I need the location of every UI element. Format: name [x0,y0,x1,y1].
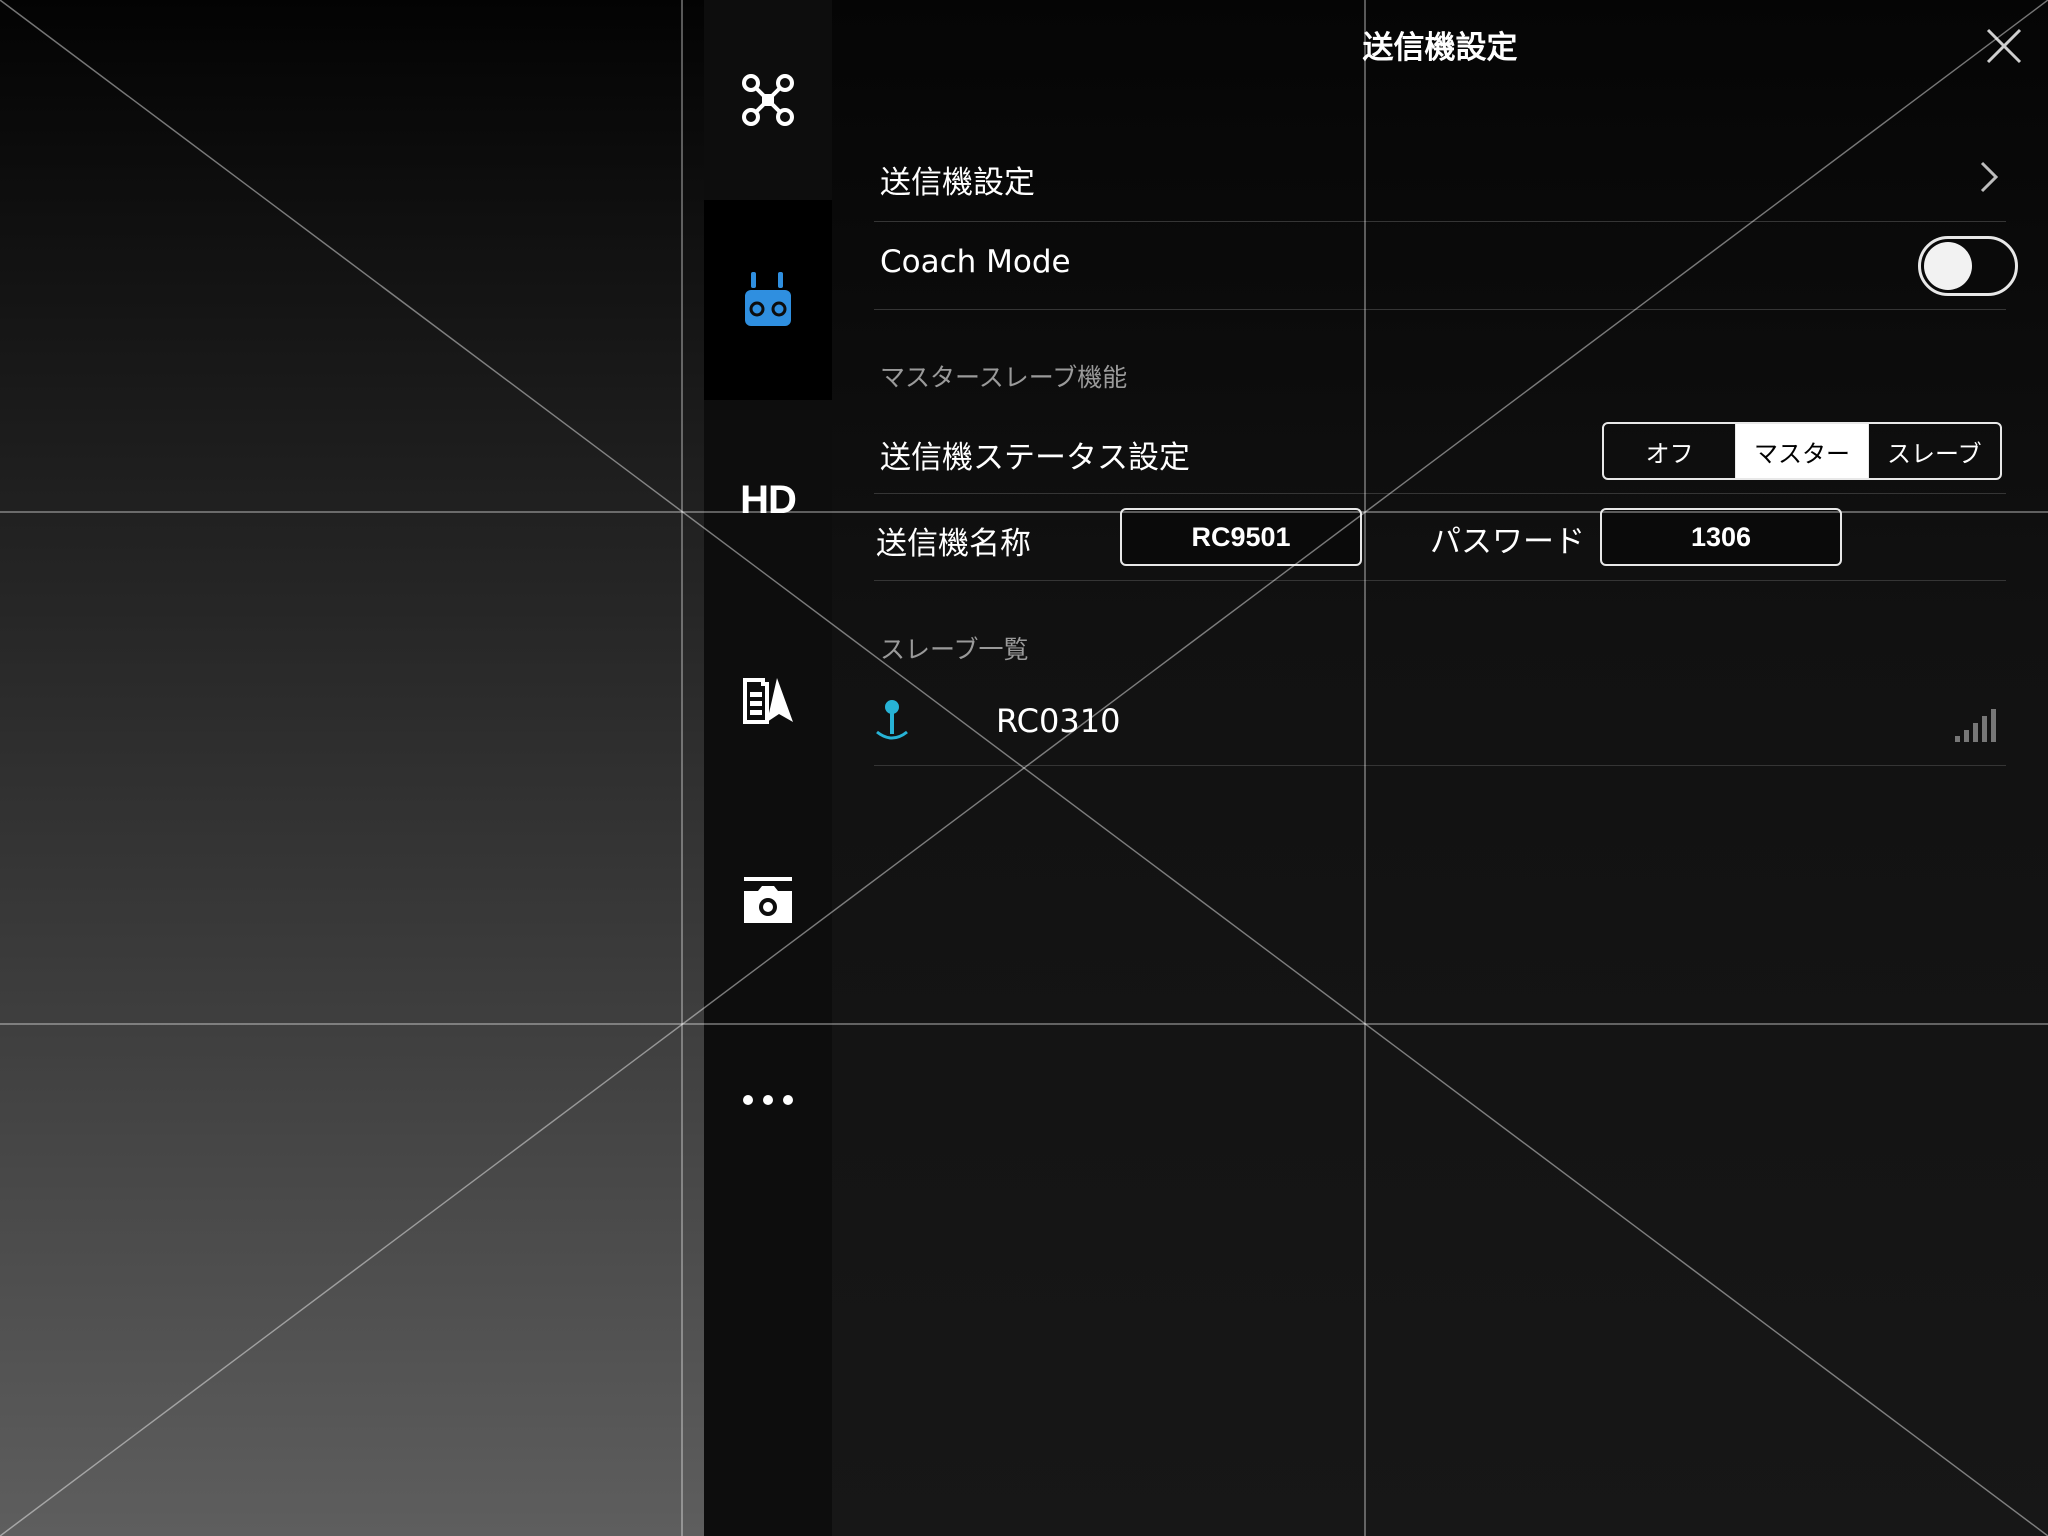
rc-settings-panel: 送信機設定 送信機設定 Coach Mode マスタースレーブ機能 送信機ステー [832,0,2048,1536]
master-slave-section-label: マスタースレーブ機能 [880,363,1128,392]
status-option-master[interactable]: マスター [1736,424,1869,478]
aircraft-icon [742,74,794,126]
password-field[interactable]: 1306 [1600,508,1842,566]
toggle-knob [1924,242,1972,290]
rc-status-row: 送信機ステータス設定 オフ マスター スレーブ [874,408,2006,494]
rc-name-password-row: 送信機名称 RC9501 パスワード 1306 [874,494,2006,581]
hd-transmission-icon: HD [740,477,797,522]
close-icon [1986,28,2022,64]
sidebar-item-hd[interactable]: HD [704,400,832,600]
close-button[interactable] [1980,22,2028,70]
password-label: パスワード [1430,524,1585,560]
battery-navigation-icon [743,678,793,724]
slave-name: RC0310 [996,702,1121,740]
coach-mode-row: Coach Mode [874,222,2018,310]
slave-list-item[interactable]: RC0310 [874,680,2006,766]
sidebar-item-more[interactable] [704,1000,832,1200]
rc-name-label: 送信機名称 [876,526,1031,562]
rc-settings-row[interactable]: 送信機設定 [874,133,2006,222]
status-option-slave[interactable]: スレーブ [1869,424,2000,478]
slave-location-icon [876,700,908,740]
coach-mode-label: Coach Mode [880,244,1071,280]
app-screen: HD 送信機設定 送信機設定 Coach Mode マスタースレーブ機能 送信機… [0,0,2048,1536]
camera-view [0,0,704,1536]
signal-strength-icon [1955,709,1996,742]
page-title: 送信機設定 [1362,30,1518,66]
chevron-right-icon [1980,161,1999,193]
sidebar-item-aircraft[interactable] [704,0,832,200]
slave-list-section-label: スレーブ一覧 [880,635,1029,664]
camera-icon [744,877,792,923]
status-option-off[interactable]: オフ [1604,424,1737,478]
sidebar-item-battery[interactable] [704,600,832,800]
rc-status-label: 送信機ステータス設定 [880,440,1190,476]
sidebar-item-remote-controller[interactable] [704,200,832,400]
sidebar-item-camera[interactable] [704,800,832,1000]
coach-mode-toggle[interactable] [1918,236,2018,296]
remote-controller-icon [745,272,791,326]
rc-name-field[interactable]: RC9501 [1120,508,1362,566]
more-icon [743,1095,793,1105]
settings-sidebar: HD [704,0,833,1536]
rc-settings-label: 送信機設定 [880,165,1035,201]
rc-status-segmented-control: オフ マスター スレーブ [1602,422,2002,480]
